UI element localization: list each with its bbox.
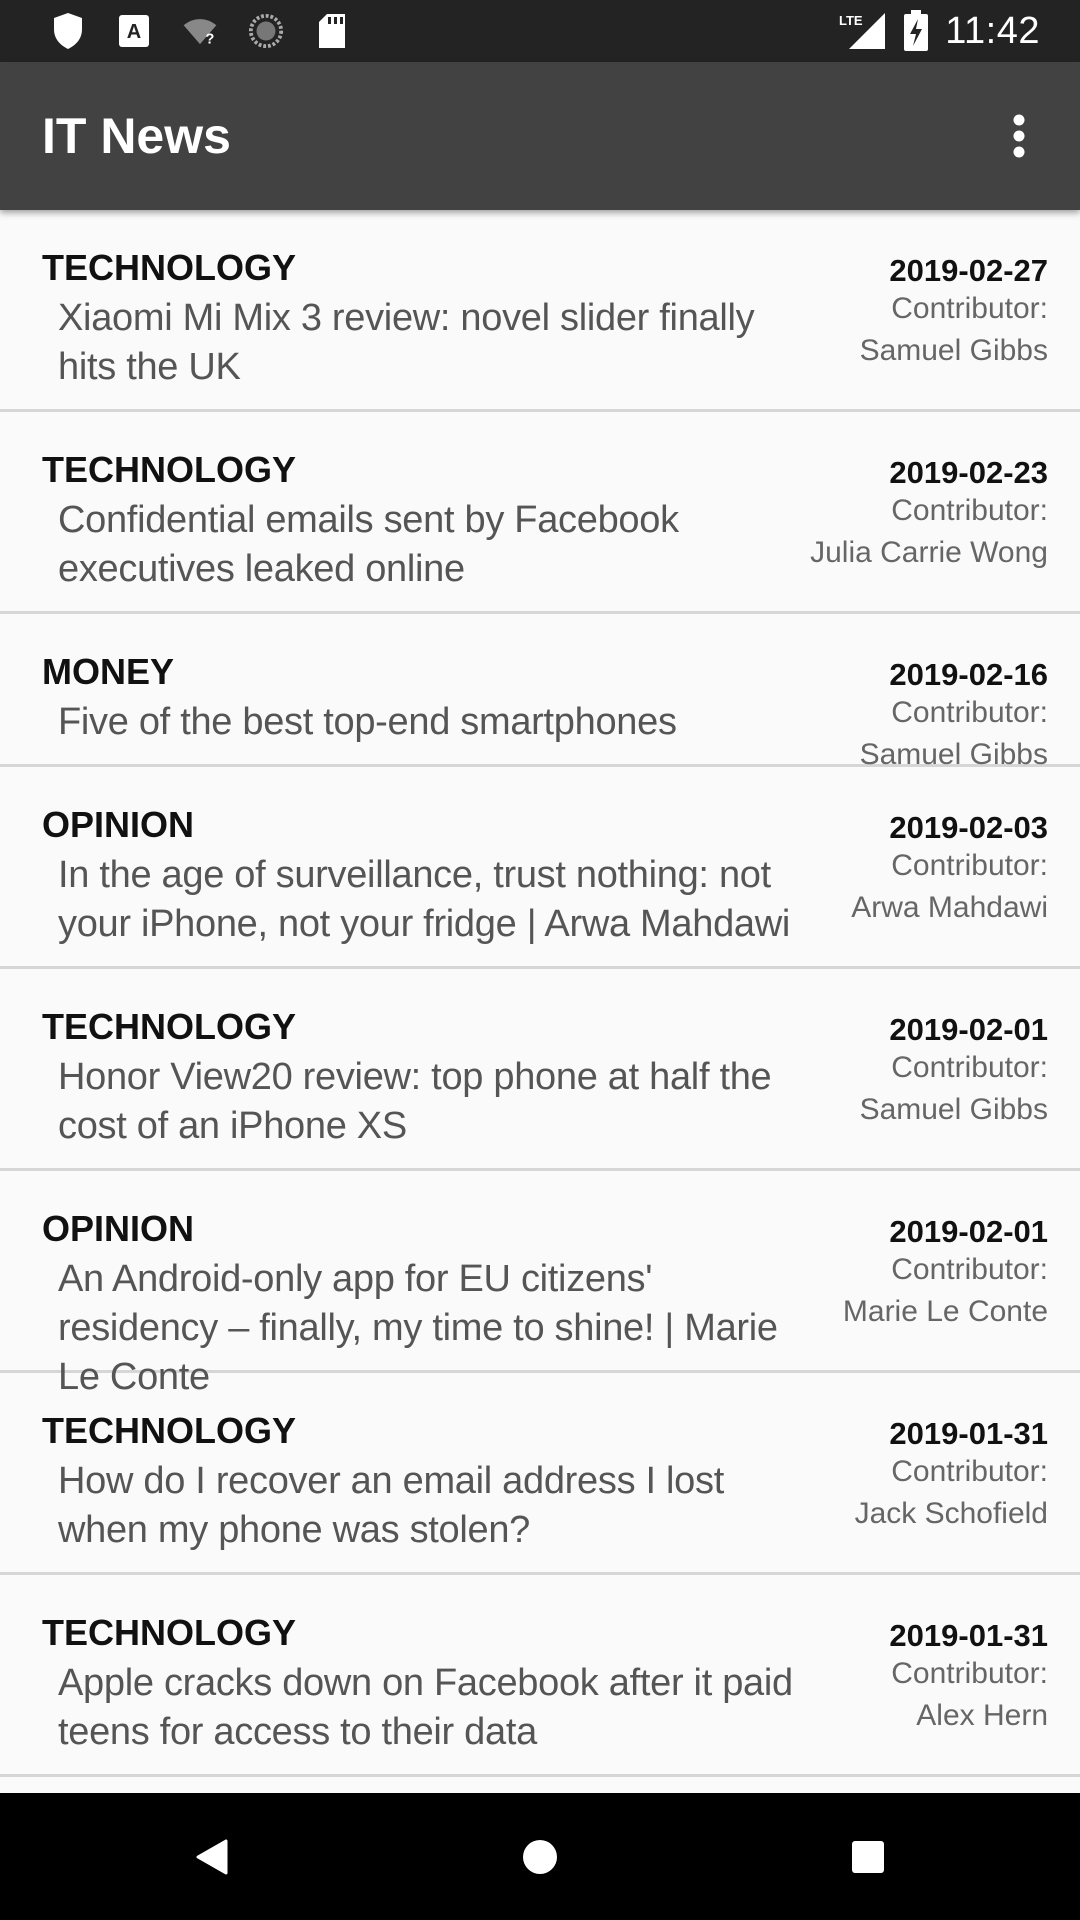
news-item[interactable]: TECHNOLOGY Apple cracks down on Facebook… (0, 1575, 1080, 1777)
news-list: TECHNOLOGY Xiaomi Mi Mix 3 review: novel… (0, 210, 1080, 1777)
svg-text:A: A (127, 21, 141, 43)
article-title: Five of the best top-end smartphones (58, 701, 677, 743)
battery-charging-icon (901, 10, 931, 51)
contributor-label: Contributor: (891, 494, 1048, 528)
contributor-label: Contributor: (891, 696, 1048, 730)
article-section: MONEY (42, 651, 175, 692)
back-button[interactable] (172, 1817, 252, 1897)
contributor-name: Arwa Mahdawi (851, 891, 1048, 925)
home-button[interactable] (500, 1817, 580, 1897)
contributor-label: Contributor: (891, 849, 1048, 883)
contributor-label: Contributor: (891, 1253, 1048, 1287)
navigation-bar (0, 1793, 1080, 1920)
shield-icon (50, 11, 86, 51)
status-time: 11:42 (945, 9, 1040, 52)
article-title: In the age of surveillance, trust nothin… (58, 854, 791, 945)
article-section: TECHNOLOGY (42, 449, 297, 490)
news-item[interactable]: TECHNOLOGY Xiaomi Mi Mix 3 review: novel… (0, 210, 1080, 412)
article-title: Honor View20 review: top phone at half t… (58, 1056, 772, 1147)
article-title: How do I recover an email address I lost… (58, 1460, 724, 1551)
article-section: TECHNOLOGY (42, 247, 297, 288)
article-date: 2019-01-31 (889, 1416, 1048, 1451)
contributor-label: Contributor: (891, 292, 1048, 326)
article-date: 2019-02-01 (889, 1214, 1048, 1249)
sync-icon (248, 11, 284, 51)
article-date: 2019-02-01 (889, 1012, 1048, 1047)
article-title: Xiaomi Mi Mix 3 review: novel slider fin… (58, 297, 755, 388)
contributor-name: Julia Carrie Wong (810, 536, 1048, 570)
news-item[interactable]: TECHNOLOGY Confidential emails sent by F… (0, 412, 1080, 614)
contributor-name: Samuel Gibbs (859, 1093, 1048, 1127)
article-date: 2019-01-31 (889, 1618, 1048, 1653)
contributor-name: Samuel Gibbs (859, 334, 1048, 368)
wifi-question-icon: ? (182, 11, 218, 51)
contributor-name: Alex Hern (916, 1699, 1048, 1733)
news-item[interactable]: OPINION In the age of surveillance, trus… (0, 767, 1080, 969)
recents-button[interactable] (828, 1817, 908, 1897)
sd-card-icon (314, 11, 350, 51)
contributor-label: Contributor: (891, 1657, 1048, 1691)
contributor-label: Contributor: (891, 1455, 1048, 1489)
recents-icon (852, 1840, 884, 1873)
news-item[interactable]: TECHNOLOGY Honor View20 review: top phon… (0, 969, 1080, 1171)
article-section: OPINION (42, 1208, 195, 1249)
article-date: 2019-02-16 (889, 657, 1048, 692)
news-item[interactable]: OPINION An Android-only app for EU citiz… (0, 1171, 1080, 1398)
contributor-name: Jack Schofield (854, 1497, 1048, 1531)
article-section: OPINION (42, 804, 195, 845)
a-notification-icon: A (116, 11, 152, 51)
contributor-name: Marie Le Conte (842, 1295, 1048, 1329)
contributor-label: Contributor: (891, 1051, 1048, 1085)
svg-text:?: ? (205, 31, 214, 47)
article-section: TECHNOLOGY (42, 1006, 297, 1047)
article-date: 2019-02-03 (889, 810, 1048, 845)
news-item[interactable]: TECHNOLOGY How do I recover an email add… (0, 1373, 1080, 1575)
article-title: Confidential emails sent by Facebook exe… (58, 499, 679, 590)
status-bar: A ? LTE 11:42 (0, 0, 1080, 62)
more-vert-icon (1013, 114, 1025, 158)
article-title: Apple cracks down on Facebook after it p… (58, 1662, 793, 1753)
article-section: TECHNOLOGY (42, 1612, 297, 1653)
article-date: 2019-02-23 (889, 455, 1048, 490)
network-type: LTE (839, 13, 863, 28)
news-item[interactable]: MONEY Five of the best top-end smartphon… (0, 614, 1080, 771)
article-section: TECHNOLOGY (42, 1410, 297, 1451)
signal-icon: LTE (837, 11, 887, 51)
overflow-menu-button[interactable] (984, 91, 1054, 181)
app-title: IT News (42, 108, 231, 164)
article-date: 2019-02-27 (889, 253, 1048, 288)
app-bar: IT News (0, 62, 1080, 210)
back-icon (196, 1839, 228, 1874)
home-icon (523, 1839, 557, 1874)
